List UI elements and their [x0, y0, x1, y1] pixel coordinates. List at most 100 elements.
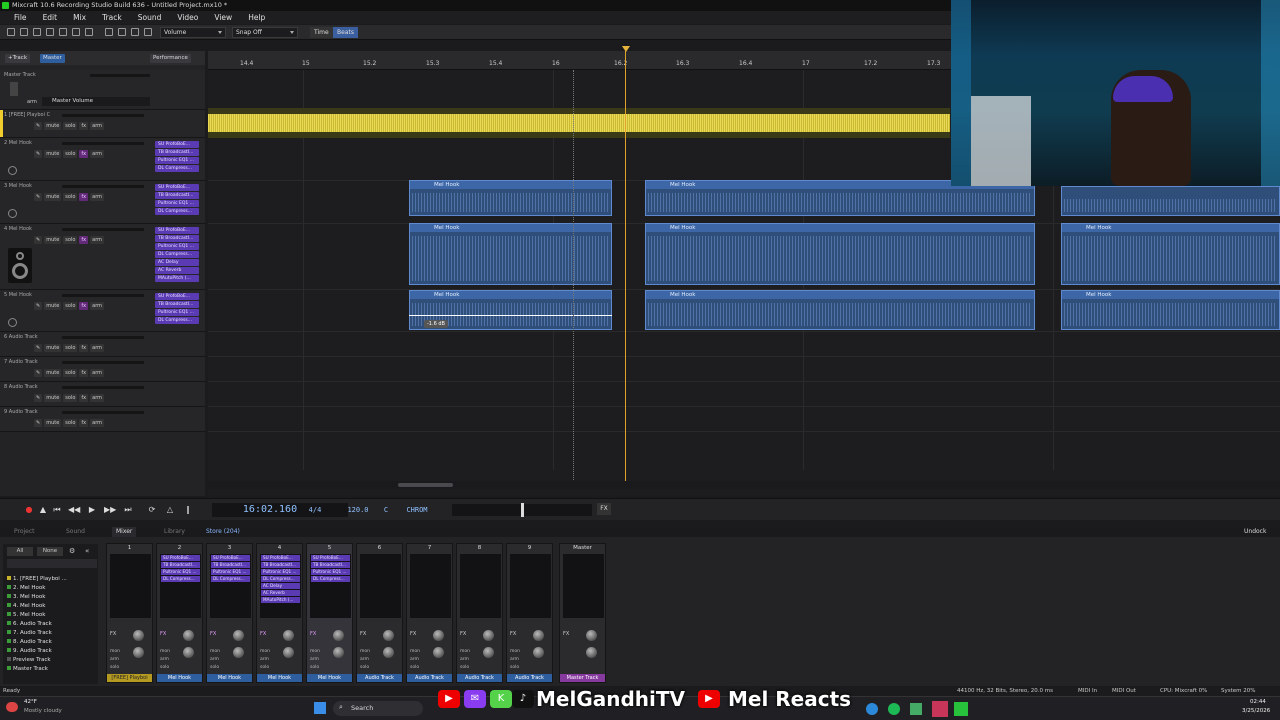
menu-video[interactable]: Video: [169, 11, 206, 24]
master-button[interactable]: Master: [40, 54, 65, 63]
solo-button[interactable]: solo: [160, 664, 169, 671]
plugin-well[interactable]: [360, 554, 401, 618]
solo-button[interactable]: solo: [63, 150, 78, 158]
arm-button[interactable]: arm: [210, 656, 219, 663]
plugin-item[interactable]: AC Delay: [261, 583, 300, 589]
plugin-item[interactable]: Pultronic EQ1 ...: [311, 569, 350, 575]
solo-button[interactable]: solo: [63, 302, 78, 310]
strip-fx-button[interactable]: FX: [563, 631, 569, 637]
input-monitor-icon[interactable]: [8, 318, 17, 327]
mon-button[interactable]: mon: [110, 648, 120, 655]
plugin-item[interactable]: DL Compress...: [155, 317, 199, 324]
plugin-well[interactable]: [563, 554, 604, 618]
plugin-item[interactable]: AC Delay: [155, 259, 199, 266]
arm-button[interactable]: arm: [90, 193, 105, 201]
menu-sound[interactable]: Sound: [130, 11, 170, 24]
solo-button[interactable]: solo: [63, 369, 78, 377]
arm-button[interactable]: arm: [90, 394, 105, 402]
plugin-item[interactable]: DL Compress...: [155, 165, 199, 172]
channel-strip[interactable]: 4 SU ProfoBoE... TB BroadcastI... Pultroni…: [256, 543, 303, 683]
mon-button[interactable]: mon: [210, 648, 220, 655]
plugin-item[interactable]: Pultronic EQ1 ...: [161, 569, 200, 575]
track-name[interactable]: Mel Hook: [9, 292, 32, 298]
scrollbar-thumb[interactable]: [398, 483, 453, 487]
solo-button[interactable]: solo: [310, 664, 319, 671]
mon-button[interactable]: mon: [310, 648, 320, 655]
strip-fx-button[interactable]: FX: [360, 631, 366, 637]
plugin-item[interactable]: TB BroadcastI...: [261, 562, 300, 568]
solo-button[interactable]: solo: [63, 122, 78, 130]
master-fx-button[interactable]: FX: [597, 503, 611, 515]
plugin-item[interactable]: Pultronic EQ1 ...: [155, 243, 199, 250]
mixer-list-item[interactable]: 5. Mel Hook: [7, 612, 45, 618]
arm-button[interactable]: arm: [90, 344, 105, 352]
edit-icon[interactable]: ✎: [34, 344, 43, 352]
arm-button[interactable]: arm: [110, 656, 119, 663]
plugin-item[interactable]: TB BroadcastI...: [155, 235, 199, 242]
mixer-list-item[interactable]: 7. Audio Track: [7, 630, 52, 636]
arm-button[interactable]: arm: [90, 419, 105, 427]
strip-fx-button[interactable]: FX: [160, 631, 166, 637]
windows-start-icon[interactable]: [314, 702, 326, 714]
rewind-to-start-icon[interactable]: ⏮: [52, 505, 62, 515]
pan-knob[interactable]: [533, 647, 544, 658]
strip-fx-button[interactable]: FX: [210, 631, 216, 637]
track-name[interactable]: Mel Hook: [9, 226, 32, 232]
tab-library[interactable]: Library: [160, 527, 189, 537]
strip-fx-button[interactable]: FX: [260, 631, 266, 637]
plugin-well[interactable]: SU ProfoBoE... TB BroadcastI... Pultronic …: [160, 554, 201, 618]
master-volume-slider[interactable]: [521, 503, 524, 517]
horizontal-scrollbar[interactable]: [208, 481, 1280, 489]
mixer-list-item[interactable]: 1. [FREE] Playboi ...: [7, 576, 67, 582]
channel-strip[interactable]: 9 FX mon arm solo Audio Track: [506, 543, 553, 683]
select-none-button[interactable]: None: [37, 547, 63, 556]
spotify-icon[interactable]: [888, 703, 900, 715]
audio-clip[interactable]: Mel Hook: [1061, 290, 1280, 330]
track-name[interactable]: Audio Track: [9, 334, 38, 340]
pan-knob[interactable]: [233, 647, 244, 658]
track-row[interactable]: 8 Audio Track ✎ mute solo fx arm: [0, 382, 205, 407]
solo-button[interactable]: solo: [110, 664, 119, 671]
plugin-well[interactable]: [410, 554, 451, 618]
weather-icon[interactable]: [6, 702, 18, 712]
eq-knob[interactable]: [283, 630, 294, 641]
plugin-item[interactable]: SU ProfoBoE...: [311, 555, 350, 561]
open-icon[interactable]: [20, 28, 28, 36]
rewind-icon[interactable]: ◀◀: [68, 505, 80, 515]
audio-clip[interactable]: [1061, 186, 1280, 216]
mon-button[interactable]: mon: [160, 648, 170, 655]
mon-button[interactable]: mon: [460, 648, 470, 655]
edit-icon[interactable]: ✎: [34, 302, 43, 310]
pan-knob[interactable]: [433, 647, 444, 658]
mixer-list-item[interactable]: 2. Mel Hook: [7, 585, 45, 591]
channel-strip[interactable]: 6 FX mon arm solo Audio Track: [356, 543, 403, 683]
menu-track[interactable]: Track: [94, 11, 130, 24]
plugin-item[interactable]: DL Compress...: [261, 576, 300, 582]
tab-mixer[interactable]: Mixer: [112, 527, 137, 537]
arm-button[interactable]: arm: [410, 656, 419, 663]
scissors-icon[interactable]: [144, 28, 152, 36]
master-track-header[interactable]: Master Track arm Master Volume: [0, 70, 205, 110]
plugin-item[interactable]: Pultronic EQ1 ...: [155, 309, 199, 316]
plugin-item[interactable]: DL Compress...: [161, 576, 200, 582]
plugin-item[interactable]: MAutoPitch (...: [155, 275, 199, 282]
strip-fx-button[interactable]: FX: [310, 631, 316, 637]
plugin-well[interactable]: [510, 554, 551, 618]
track-name[interactable]: Mel Hook: [9, 183, 32, 189]
plugin-item[interactable]: SU ProfoBoE...: [155, 227, 199, 234]
master-channel-strip[interactable]: Master FX Master Track: [559, 543, 606, 683]
fast-forward-icon[interactable]: ▶▶: [104, 505, 116, 515]
mixer-list-item[interactable]: Preview Track: [7, 657, 51, 663]
strip-label[interactable]: Mel Hook: [307, 674, 352, 682]
eq-knob[interactable]: [433, 630, 444, 641]
plugin-item[interactable]: SU ProfoBoE...: [155, 184, 199, 191]
track-row[interactable]: 4 Mel Hook ✎ mute solo fx arm SU ProfoBoE...…: [0, 224, 205, 290]
channel-strip[interactable]: 1 FX mon arm solo [FREE] Playboi: [106, 543, 153, 683]
plugin-well[interactable]: SU ProfoBoE... TB BroadcastI... Pultronic …: [310, 554, 351, 618]
mon-button[interactable]: mon: [510, 648, 520, 655]
snap-dropdown[interactable]: Snap Off: [232, 27, 298, 38]
plugin-item[interactable]: SU ProfoBoE...: [211, 555, 250, 561]
solo-button[interactable]: solo: [360, 664, 369, 671]
edit-icon[interactable]: ✎: [34, 394, 43, 402]
recording-app-icon[interactable]: [932, 701, 948, 717]
